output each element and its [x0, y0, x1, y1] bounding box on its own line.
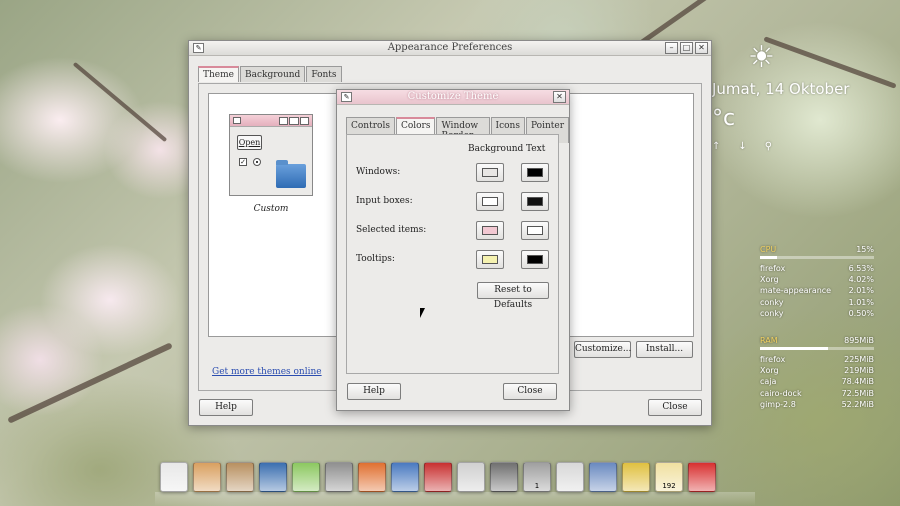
cpu-bar-fill [760, 256, 778, 259]
help-button[interactable]: Help [199, 399, 253, 416]
minimize-button[interactable]: – [665, 42, 678, 54]
selected-items-label: Selected items: [356, 225, 427, 235]
conky-status-icons: ↑ ↓ ⚲ [712, 141, 772, 152]
reset-to-defaults-button[interactable]: Reset to Defaults [477, 282, 549, 310]
writer-icon[interactable] [259, 462, 287, 492]
cpu-process-row: conky 0.50% [760, 308, 874, 318]
update-icon[interactable]: 192 [655, 462, 683, 492]
gimp-icon[interactable]: 1 [523, 462, 551, 492]
thumb-radio-icon [253, 158, 261, 166]
dock-reflection [155, 492, 755, 506]
dock: 1 192 [160, 456, 716, 492]
search-icon[interactable] [556, 462, 584, 492]
input-text-color-button[interactable] [521, 192, 549, 211]
input-text-swatch [527, 197, 543, 206]
ram-label: RAM [760, 336, 778, 345]
close-button[interactable]: Close [648, 399, 702, 416]
ram-process-row: caja 78.4MiB [760, 377, 874, 387]
ram-process-row: cairo-dock 72.5MiB [760, 388, 874, 398]
install-button[interactable]: Install... [636, 341, 693, 358]
selected-text-swatch [527, 226, 543, 235]
windows-text-swatch [527, 168, 543, 177]
dock-badge: 192 [662, 482, 676, 490]
settings-icon[interactable] [226, 462, 254, 492]
cpu-value: 15% [856, 245, 874, 254]
tooltips-text-swatch [527, 255, 543, 264]
cpu-process-row: Xorg 4.02% [760, 275, 874, 285]
background-column-header: Background [468, 144, 524, 154]
tab-background[interactable]: Background [240, 66, 306, 82]
tooltips-label: Tooltips: [356, 254, 395, 264]
tooltips-text-color-button[interactable] [521, 250, 549, 269]
location-icon: ⚲ [764, 141, 773, 152]
thumb-window-buttons [279, 117, 309, 125]
get-more-themes-link[interactable]: Get more themes online [212, 367, 322, 377]
cpu-label: CPU [760, 245, 777, 254]
window-icon[interactable] [391, 462, 419, 492]
selected-bg-color-button[interactable] [476, 221, 504, 240]
close-window-button[interactable]: ✕ [695, 42, 708, 54]
tab-theme[interactable]: Theme [198, 66, 239, 82]
ram-process-row: Xorg 219MiB [760, 366, 874, 376]
firefox-icon[interactable] [358, 462, 386, 492]
windows-text-color-button[interactable] [521, 163, 549, 182]
folder-icon[interactable] [589, 462, 617, 492]
tooltips-bg-swatch [482, 255, 498, 264]
weather-icon: ☀ [748, 40, 775, 75]
thumb-open-button: Open [237, 135, 262, 150]
customize-title: Customize Theme [407, 91, 499, 102]
upload-icon: ↑ [712, 141, 721, 152]
input-bg-color-button[interactable] [476, 192, 504, 211]
thumb-checkbox-icon: ✓ [239, 158, 247, 166]
conky-date: Jumat, 14 Oktober [712, 80, 850, 98]
monitor-icon[interactable] [622, 462, 650, 492]
ram-bar [760, 347, 874, 350]
windows-label: Windows: [356, 167, 401, 177]
conky-temperature: °c [712, 106, 736, 131]
cpu-process-row: conky 1.01% [760, 297, 874, 307]
cpu-process-row: mate-appearance 2.01% [760, 286, 874, 296]
thumb-window-icon [233, 117, 241, 124]
ram-bar-fill [760, 347, 829, 350]
windows-bg-swatch [482, 168, 498, 177]
mint-icon[interactable] [292, 462, 320, 492]
ram-monitor: RAM 895MiB firefox 225MiB Xorg 219MiB caja 7… [760, 336, 874, 410]
text-column-header: Text [526, 144, 546, 154]
appearance-title: Appearance Preferences [387, 42, 513, 53]
customize-titlebar[interactable]: ✎ Customize Theme ✕ [337, 90, 569, 105]
system-icon[interactable] [325, 462, 353, 492]
customize-theme-dialog: ✎ Customize Theme ✕ Controls Colors Wind… [336, 89, 570, 411]
input-bg-swatch [482, 197, 498, 206]
customize-button[interactable]: Customize... [574, 341, 631, 358]
tab-fonts[interactable]: Fonts [306, 66, 342, 82]
office-icon[interactable] [457, 462, 485, 492]
windows-bg-color-button[interactable] [476, 163, 504, 182]
ram-process-row: gimp-2.8 52.2MiB [760, 399, 874, 409]
ram-process-row: firefox 225MiB [760, 355, 874, 364]
appearance-titlebar[interactable]: ✎ Appearance Preferences – □ ✕ [189, 41, 711, 56]
cpu-monitor: CPU 15% firefox 6.53% Xorg 4.02% mate-appea… [760, 245, 874, 319]
selected-bg-swatch [482, 226, 498, 235]
theme-name: Custom [253, 204, 289, 214]
input-boxes-label: Input boxes: [356, 196, 413, 206]
cpu-bar [760, 256, 874, 259]
ram-value: 895MiB [844, 336, 874, 345]
dialog-help-button[interactable]: Help [347, 383, 401, 400]
maximize-button[interactable]: □ [680, 42, 693, 54]
paint-icon[interactable] [193, 462, 221, 492]
theme-thumbnail[interactable]: Open ✓ [229, 114, 313, 196]
power-icon[interactable] [688, 462, 716, 492]
dialog-close-icon[interactable]: ✕ [553, 91, 566, 103]
thumb-folder-icon [276, 160, 306, 188]
calendar-icon[interactable] [160, 462, 188, 492]
dialog-close-button[interactable]: Close [503, 383, 557, 400]
game-icon[interactable] [424, 462, 452, 492]
mouse-pointer-icon [420, 308, 425, 318]
selected-text-color-button[interactable] [521, 221, 549, 240]
cpu-process-row: firefox 6.53% [760, 264, 874, 273]
tooltips-bg-color-button[interactable] [476, 250, 504, 269]
dock-badge: 1 [534, 482, 540, 490]
download-icon: ↓ [738, 141, 747, 152]
suit-icon[interactable] [490, 462, 518, 492]
